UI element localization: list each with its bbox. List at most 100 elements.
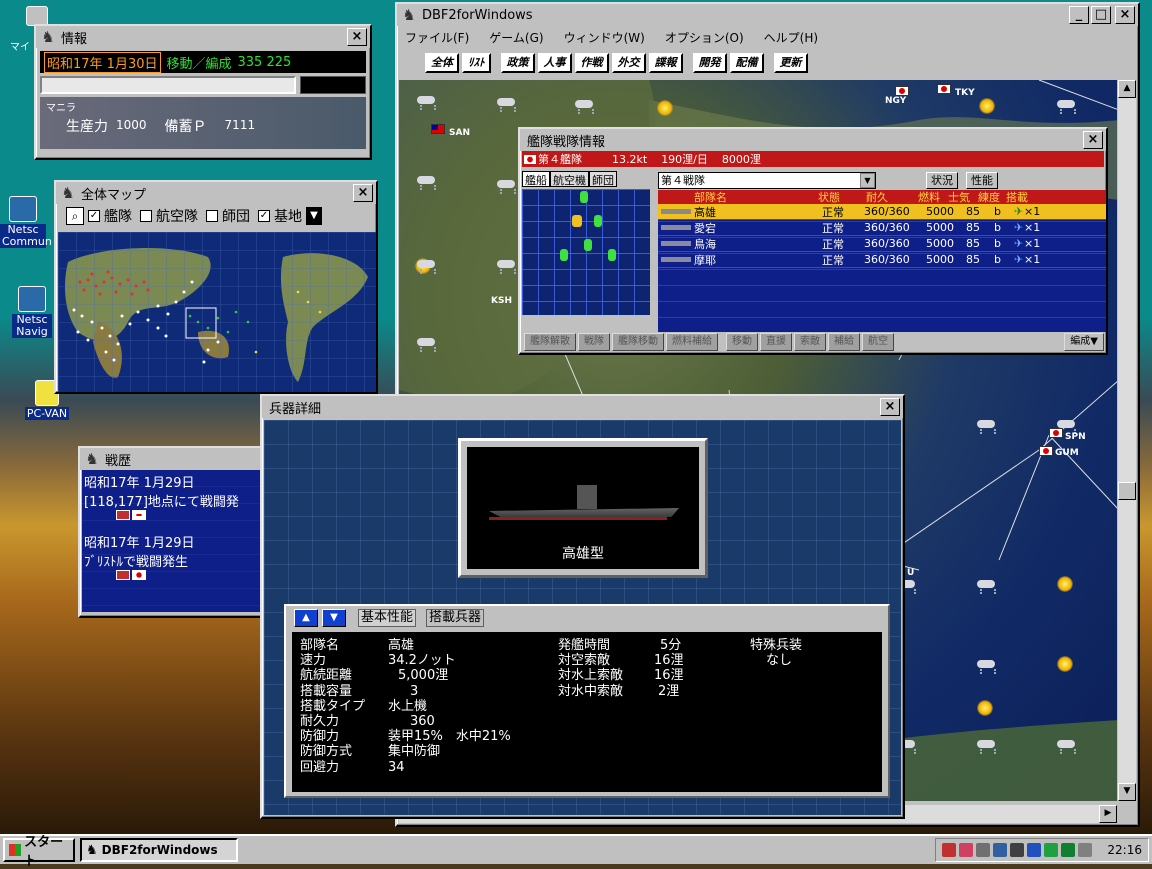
minimap-window[interactable]: ♞ 全体マップ × ⌕ ✓ 艦隊 航空隊 師団 ✓ 基地 ▼ — [54, 180, 378, 394]
tab-basic-performance[interactable]: 基本性能 — [358, 609, 417, 627]
tray-connect-icon[interactable] — [1044, 843, 1059, 857]
ship-marker-icon[interactable] — [580, 191, 588, 203]
supply-button[interactable]: 補給 — [828, 333, 860, 351]
japan-base-flag-icon[interactable] — [895, 86, 909, 96]
ship-marker-icon[interactable] — [608, 249, 616, 261]
japan-base-flag-icon[interactable] — [1039, 446, 1053, 456]
ship-marker-icon[interactable] — [584, 239, 592, 251]
info-window-titlebar[interactable]: ♞ 情報 × — [36, 26, 370, 48]
toolbar-deploy-button[interactable]: 配備 — [729, 53, 764, 73]
desktop-icon-netscape-communicator[interactable]: Netsc Commun — [0, 196, 52, 248]
tray-volume-icon[interactable] — [976, 843, 991, 857]
tray-chart-icon[interactable] — [1061, 843, 1076, 857]
minimap-window-titlebar[interactable]: ♞ 全体マップ × — [56, 182, 376, 204]
disband-fleet-button[interactable]: 艦隊解散 — [524, 333, 576, 351]
tray-warning-icon[interactable] — [959, 843, 974, 857]
toolbar-personnel-button[interactable]: 人事 — [537, 53, 572, 73]
toolbar-intelligence-button[interactable]: 諜報 — [648, 53, 683, 73]
tab-divisions[interactable]: 師団 — [589, 171, 617, 187]
toolbar-list-button[interactable]: ﾘｽﾄ — [462, 53, 491, 73]
task-dbf2[interactable]: ♞ DBF2forWindows — [80, 838, 238, 862]
history-entry[interactable]: 昭和17年 1月29日 [118,177]地点にて戦闘発 — [82, 472, 264, 524]
toolbar-development-button[interactable]: 開発 — [692, 53, 727, 73]
toolbar-operation-button[interactable]: 作戦 — [574, 53, 609, 73]
scroll-up-button[interactable]: ▲ — [1118, 80, 1136, 98]
tab-ships[interactable]: 艦船 — [522, 171, 550, 187]
ship-marker-icon[interactable] — [572, 215, 582, 227]
ship-row-maya[interactable]: 摩耶 正常 360/360 5000 85 b ✈ ×1 — [658, 252, 1106, 268]
ship-row-atago[interactable]: 愛宕 正常 360/360 5000 85 b ✈ ×1 — [658, 220, 1106, 236]
move-button[interactable]: 移動 — [726, 333, 758, 351]
squadron-select[interactable]: 第４戦隊 ▼ — [658, 171, 876, 189]
ship-marker-icon[interactable] — [594, 215, 602, 227]
menu-game[interactable]: ゲーム(G) — [489, 29, 543, 46]
squadron-button[interactable]: 戦隊 — [578, 333, 610, 351]
world-minimap[interactable] — [58, 232, 376, 392]
close-button[interactable]: × — [1083, 131, 1103, 149]
close-button[interactable]: × — [347, 28, 367, 46]
japan-base-flag-icon[interactable] — [937, 84, 951, 94]
fleet-window[interactable]: 艦隊戦隊情報 × 第４艦隊 13.2kt 190浬/日 8000浬 艦船 航空機… — [518, 127, 1108, 355]
minimize-button[interactable]: _ — [1069, 6, 1089, 24]
zoom-icon[interactable]: ⌕ — [66, 207, 84, 225]
ship-marker-icon[interactable] — [560, 249, 568, 261]
ship-row-chokai[interactable]: 鳥海 正常 360/360 5000 85 b ✈ ×1 — [658, 236, 1106, 252]
desktop-icon-netscape-navigator[interactable]: Netsc Navig — [12, 286, 52, 338]
prev-ship-button[interactable]: ▲ — [294, 609, 318, 627]
next-ship-button[interactable]: ▼ — [322, 609, 346, 627]
japan-base-flag-icon[interactable] — [1049, 428, 1063, 438]
toolbar-overview-button[interactable]: 全体 — [425, 53, 459, 73]
tab-loaded-weapons[interactable]: 搭載兵器 — [426, 609, 485, 627]
close-button[interactable]: × — [1115, 6, 1135, 24]
menu-file[interactable]: ファイル(F) — [405, 29, 469, 46]
fleet-window-titlebar[interactable]: 艦隊戦隊情報 × — [520, 129, 1106, 151]
filter-base-checkbox[interactable]: ✓ — [258, 210, 270, 222]
toolbar-update-button[interactable]: 更新 — [773, 53, 808, 73]
tray-pen-icon[interactable] — [942, 843, 957, 857]
tray-network-icon[interactable] — [1027, 843, 1042, 857]
toolbar-policy-button[interactable]: 政策 — [500, 53, 535, 73]
menu-help[interactable]: ヘルプ(H) — [764, 29, 818, 46]
weapon-window[interactable]: 兵器詳細 × 高雄型 ▲ ▼ 基本性能 搭載兵器 部隊名 高雄 速力 34.2ノット — [260, 394, 905, 819]
status-button[interactable]: 状況 — [926, 171, 958, 189]
filter-division-checkbox[interactable] — [206, 210, 218, 222]
tray-tool-icon[interactable] — [1078, 843, 1093, 857]
history-list[interactable]: 昭和17年 1月29日 [118,177]地点にて戦闘発 昭和17年 1月29日… — [82, 470, 264, 612]
close-button[interactable]: × — [880, 398, 900, 416]
ship-table[interactable]: 部隊名 状態 耐久 燃料 士気 練度 搭載 高雄 正常 360/360 5000… — [658, 190, 1106, 332]
toolbar-diplomacy-button[interactable]: 外交 — [611, 53, 646, 73]
filter-fleet-checkbox[interactable]: ✓ — [88, 210, 100, 222]
menu-option[interactable]: オプション(O) — [665, 29, 744, 46]
escort-button[interactable]: 直援 — [760, 333, 792, 351]
search-button[interactable]: 索敵 — [794, 333, 826, 351]
tray-monitor-icon[interactable] — [993, 843, 1008, 857]
fleet-move-button[interactable]: 艦隊移動 — [612, 333, 664, 351]
weather-cloud-icon — [1057, 98, 1076, 112]
tray-disk-icon[interactable] — [1010, 843, 1025, 857]
start-button[interactable]: スタート — [3, 835, 75, 869]
ship-row-takao[interactable]: 高雄 正常 360/360 5000 85 b ✈ ×1 — [658, 204, 1106, 220]
taiwan-base-flag-icon[interactable] — [431, 124, 445, 134]
maximize-button[interactable]: □ — [1091, 6, 1111, 24]
organize-button[interactable]: 編成▼ — [1064, 333, 1104, 351]
history-window-titlebar[interactable]: ♞ 戦歴 — [80, 448, 266, 470]
formation-grid[interactable] — [522, 189, 650, 315]
close-button[interactable]: × — [353, 184, 373, 202]
reserve-value: 7111 — [224, 118, 256, 132]
vertical-scrollbar[interactable]: ▲ ▼ — [1118, 80, 1136, 801]
refuel-button[interactable]: 燃料補給 — [666, 333, 718, 351]
history-entry[interactable]: 昭和17年 1月29日 ﾌﾞﾘｽﾄﾙで戦闘発生 — [82, 532, 264, 584]
dropdown-arrow-icon[interactable]: ▼ — [306, 207, 322, 225]
tab-aircraft[interactable]: 航空機 — [550, 171, 589, 187]
air-button[interactable]: 航空 — [862, 333, 894, 351]
main-window-titlebar[interactable]: ♞ DBF2forWindows _ □ × — [397, 4, 1138, 26]
weapon-window-titlebar[interactable]: 兵器詳細 × — [262, 396, 903, 418]
menu-window[interactable]: ウィンドウ(W) — [564, 29, 645, 46]
performance-button[interactable]: 性能 — [966, 171, 998, 189]
scroll-down-button[interactable]: ▼ — [1118, 783, 1136, 801]
history-window[interactable]: ♞ 戦歴 昭和17年 1月29日 [118,177]地点にて戦闘発 昭和17年 … — [78, 446, 268, 618]
scroll-thumb[interactable] — [1118, 482, 1136, 500]
filter-air-checkbox[interactable] — [140, 210, 152, 222]
scroll-right-button[interactable]: ▶ — [1099, 805, 1117, 823]
info-window[interactable]: ♞ 情報 × 昭和17年 1月30日 移動／編成 335 225 マニラ 生産力… — [34, 24, 372, 160]
